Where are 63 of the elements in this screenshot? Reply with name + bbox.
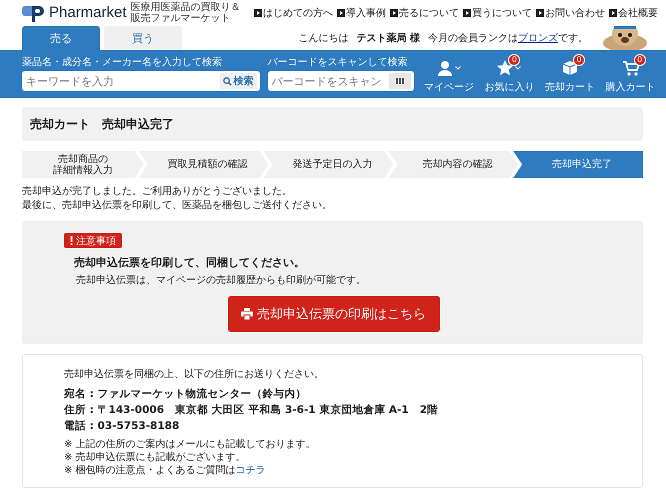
arrow-bullet-icon xyxy=(536,8,544,16)
logo-icon xyxy=(22,4,46,22)
note-text: ※ 売却申込伝票にも記載がございます。 xyxy=(64,452,247,464)
arrow-bullet-icon xyxy=(609,8,617,16)
warning-label: 注意事項 xyxy=(76,234,116,248)
nav-link[interactable]: 会社概要 xyxy=(609,6,658,20)
rank-text: 今月の会員ランクはブロンズです。 xyxy=(428,32,588,44)
step-label: 発送予定日の入力 xyxy=(292,159,372,170)
printer-icon xyxy=(241,308,253,320)
step-label: 売却内容の確認 xyxy=(422,159,492,170)
barcode-icon xyxy=(396,78,404,84)
search-label: 薬品名・成分名・メーカー名を入力して検索 xyxy=(22,57,223,69)
step-label: 売却商品の xyxy=(58,154,108,164)
shortcut-link[interactable]: 0 お気に入り xyxy=(484,54,535,94)
barcode-button[interactable] xyxy=(388,73,411,89)
address-line: 電話 : 03-5753-8188 xyxy=(64,419,180,433)
barcode-label: バーコードをスキャンして検索 xyxy=(268,57,409,69)
arrow-bullet-icon xyxy=(337,8,345,16)
nav-link[interactable]: 売るについて xyxy=(390,6,459,20)
nav-link[interactable]: 導入事例 xyxy=(337,6,386,20)
notice-note: 売却申込伝票は、マイページの売却履歴からも印刷が可能です。 xyxy=(76,274,366,287)
notice-heading: 売却申込伝票を印刷して、同梱してください。 xyxy=(74,255,305,270)
tab[interactable]: 買う xyxy=(104,26,182,50)
message-text: 最後に、売却申込伝票を印刷して、医薬品を梱包しご送付ください。 xyxy=(22,200,333,212)
barcode-field[interactable]: バーコードをスキャン xyxy=(268,71,414,91)
search-field[interactable]: キーワードを入力 検索 xyxy=(22,71,260,91)
message-text: 売却申込が完了しました。ご利用ありがとうございました。 xyxy=(22,186,293,198)
person-icon xyxy=(436,60,453,76)
shortcut-link[interactable]: 0 購入カート xyxy=(605,54,656,94)
user-name: テスト薬局 様 xyxy=(356,32,420,44)
step-label: 詳細情報入力 xyxy=(52,164,113,176)
shortcut-link[interactable]: マイページ xyxy=(424,54,474,94)
address-intro: 売却申込伝票を同梱の上、以下の住所にお送りください。 xyxy=(64,368,325,381)
faq-link[interactable]: コチラ xyxy=(236,465,266,476)
page-title: 売却カート 売却申込完了 xyxy=(30,116,174,132)
count-badge: 0 xyxy=(508,54,520,66)
search-button[interactable]: 検索 xyxy=(220,73,257,89)
step-label: 買取見積額の確認 xyxy=(168,159,248,170)
note-text: ※ 梱包時の注意点・よくあるご質問はコチラ xyxy=(64,465,267,477)
count-badge: 0 xyxy=(573,54,586,66)
rank-link[interactable]: ブロンズ xyxy=(518,32,558,44)
tagline: 医療用医薬品の買取り＆販売ファルマーケット xyxy=(130,2,242,24)
star-icon xyxy=(497,60,514,76)
address-line: 宛名 : ファルマーケット物流センター（鈴与内） xyxy=(64,387,308,401)
nav-link[interactable]: 買うについて xyxy=(463,6,532,20)
arrow-bullet-icon xyxy=(463,8,471,16)
search-icon xyxy=(222,76,232,86)
shortcut-link[interactable]: 0 売却カート xyxy=(544,54,596,94)
box-icon xyxy=(562,60,578,76)
arrow-bullet-icon xyxy=(254,8,262,16)
print-button[interactable]: 売却申込伝票の印刷はこちら xyxy=(228,296,440,332)
nav-link[interactable]: お問い合わせ xyxy=(536,6,605,20)
note-text: ※ 上記の住所のご案内はメールにも記載しております。 xyxy=(64,439,317,451)
cart-icon xyxy=(622,60,639,76)
step-label: 売却申込完了 xyxy=(552,159,612,170)
arrow-bullet-icon xyxy=(390,8,398,16)
address-line: 住所 : 〒143-0006 東京都 大田区 平和島 3-6-1 東京団地倉庫 A-1 2階 xyxy=(64,403,440,417)
nav-link[interactable]: はじめての方へ xyxy=(254,6,333,20)
exclamation-icon xyxy=(70,236,73,245)
greeting-text: こんにちは xyxy=(298,32,349,44)
count-badge: 0 xyxy=(634,54,646,66)
tab[interactable]: 売る xyxy=(22,26,100,50)
logo[interactable]: Pharmarket xyxy=(22,4,127,22)
